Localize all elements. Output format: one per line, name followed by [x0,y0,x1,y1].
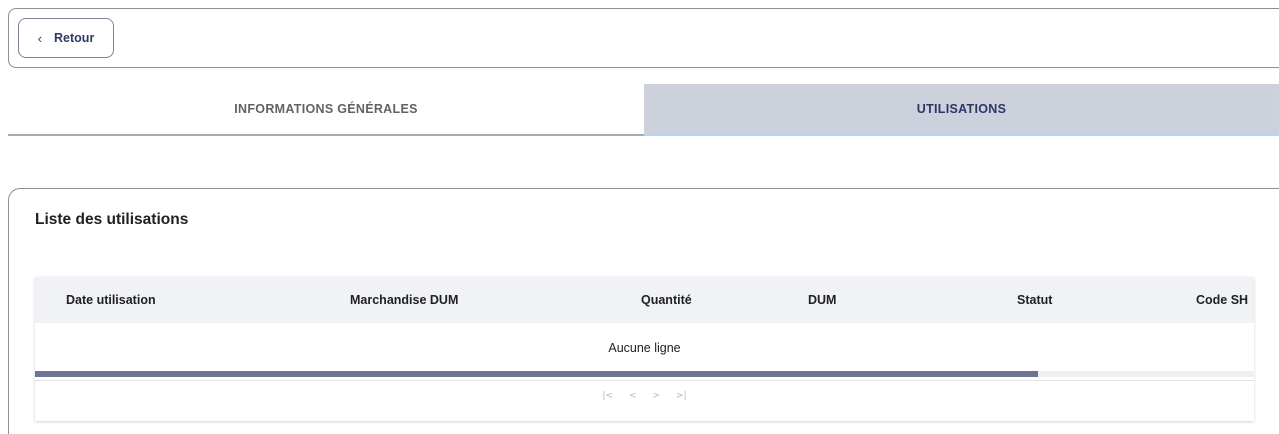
column-header-code-sh[interactable]: Code SH [1196,277,1248,323]
tab-bar: INFORMATIONS GÉNÉRALES UTILISATIONS [8,84,1279,137]
first-page-icon[interactable]: |< [602,391,613,401]
next-page-icon[interactable]: > [653,391,661,401]
column-header-marchandise-dum[interactable]: Marchandise DUM [350,277,458,323]
previous-page-icon[interactable]: < [629,391,637,401]
back-button[interactable]: ‹ Retour [18,18,114,58]
tab-utilisations[interactable]: UTILISATIONS [644,84,1279,134]
pagination: |< < > >| [35,380,1254,410]
table-header: Date utilisation Marchandise DUM Quantit… [35,277,1254,323]
top-toolbar: ‹ Retour [8,8,1279,68]
back-button-label: Retour [54,31,95,45]
utilisations-card: Liste des utilisations Date utilisation … [8,188,1279,434]
column-header-quantite[interactable]: Quantité [641,277,692,323]
tab-informations-generales[interactable]: INFORMATIONS GÉNÉRALES [8,84,644,134]
chevron-left-icon: ‹ [37,30,43,46]
column-header-dum[interactable]: DUM [808,277,836,323]
horizontal-scrollbar[interactable] [35,371,1254,377]
column-header-statut[interactable]: Statut [1017,277,1052,323]
tab-label: INFORMATIONS GÉNÉRALES [234,102,418,116]
scrollbar-thumb[interactable] [35,371,1039,377]
tab-label: UTILISATIONS [916,102,1007,116]
utilisations-table: Date utilisation Marchandise DUM Quantit… [35,277,1254,421]
active-tab-indicator [644,134,1279,136]
column-header-date-utilisation[interactable]: Date utilisation [66,277,156,323]
last-page-icon[interactable]: >| [676,391,687,401]
empty-table-message: Aucune ligne [608,341,681,355]
card-title: Liste des utilisations [35,211,189,228]
